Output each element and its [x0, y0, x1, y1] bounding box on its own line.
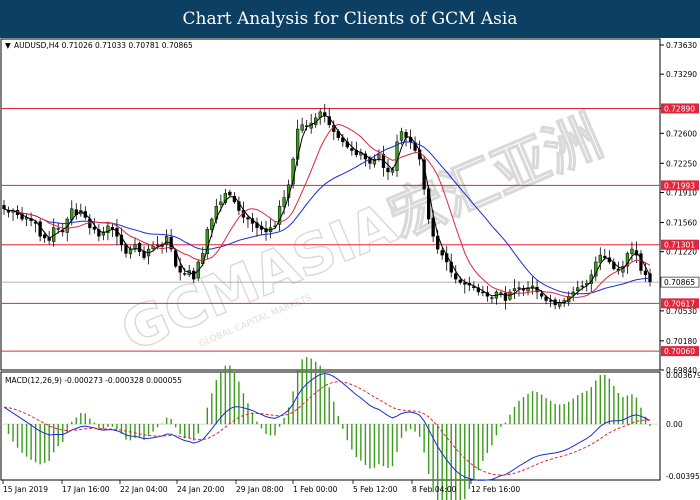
candle-body-bear [43, 234, 47, 239]
candle-body-bear [178, 265, 182, 273]
macd-label: MACD(12,26,9) -0.000273 -0.000328 0.0000… [5, 376, 182, 385]
candle-body-bear [603, 255, 607, 258]
candle-body-bear [539, 293, 544, 297]
time-tick-label: 24 Jan 20:00 [177, 485, 225, 494]
dropdown-arrow-icon[interactable]: ▼ [5, 41, 11, 50]
candle-body-bull [155, 244, 160, 246]
candle-body-bear [643, 270, 648, 276]
candle-body-bull [499, 292, 503, 294]
time-tick-label: 17 Jan 16:00 [62, 485, 110, 494]
price-tick-label: 0.72600 [666, 129, 697, 138]
candle-body-bull [133, 244, 137, 249]
candle-body-bear [517, 287, 521, 289]
trading-chart: GCMASIA宏汇亚洲 GLOBAL CAPITAL MARKETS 0.736… [0, 38, 700, 500]
candle-body-bear [463, 282, 467, 285]
time-tick-label: 1 Feb 00:00 [293, 485, 338, 494]
time-tick-label: 5 Feb 12:00 [353, 485, 398, 494]
candle-body-bull [576, 287, 580, 291]
candle-body-bear [142, 251, 146, 258]
candle-body-bear [521, 289, 526, 291]
candle-body-bear [183, 273, 187, 275]
candle-body-bull [399, 131, 404, 141]
candle-body-bull [630, 248, 634, 254]
price-tick-label: 0.73290 [666, 70, 697, 79]
price-axis: 0.73630 0.73290 0.72890 0.72600 0.72250 0.719… [660, 41, 700, 375]
candle-body-bull [395, 141, 399, 171]
candle-body-bull [598, 254, 602, 264]
candle-body-bear [228, 191, 232, 196]
candle-body-bear [246, 217, 250, 220]
candle-body-bear [137, 242, 142, 252]
time-tick-label: 29 Jan 08:00 [236, 485, 284, 494]
candle-body-bear [548, 300, 553, 302]
candle-body-bull [282, 197, 286, 207]
level-price-label: 0.70617 [664, 299, 695, 308]
candle-body-bull [128, 248, 133, 255]
candle-body-bull [219, 201, 223, 205]
macd-tick-label: -0.003957 [666, 472, 700, 481]
candle-body-bear [503, 292, 508, 301]
candle-body-bull [377, 154, 381, 159]
candle-body-bull [210, 218, 214, 230]
candle-body-bear [56, 228, 60, 230]
time-tick-label: 15 Jan 2019 [3, 485, 48, 494]
macd-tick-label: 0.003679 [666, 371, 700, 380]
candle-body-bear [92, 226, 97, 230]
candle-body-bear [2, 205, 6, 210]
price-tick-label: 0.70180 [666, 337, 697, 346]
level-price-label: 0.70060 [664, 347, 695, 356]
macd-tick-label: 0.00 [666, 420, 683, 429]
macd-axis: 0.003679 0.00 -0.003957 [666, 371, 700, 481]
current-price-label: 0.70865 [664, 278, 695, 287]
price-tick-label: 0.73630 [666, 41, 697, 50]
page-title: Chart Analysis for Clients of GCM Asia [0, 0, 700, 38]
macd-panel-frame [0, 371, 661, 481]
candle-body-bull [580, 285, 584, 288]
price-tick-label: 0.72250 [666, 159, 697, 168]
candle-body-bear [454, 273, 458, 280]
time-tick-label: 22 Jan 04:00 [120, 485, 168, 494]
candle-body-bear [481, 291, 485, 294]
candle-body-bull [512, 288, 517, 292]
candle-body-bear [350, 148, 354, 151]
candle-body-bear [38, 221, 42, 237]
level-price-label: 0.72890 [664, 104, 695, 113]
time-tick-label: 12 Feb 16:00 [471, 485, 520, 494]
price-tick-label: 0.71560 [666, 219, 697, 228]
time-tick-label: 8 Feb 04:00 [412, 485, 457, 494]
candle-body-bear [490, 297, 494, 299]
candle-body-bear [458, 279, 462, 283]
candle-body-bear [440, 250, 444, 256]
level-price-label: 0.71301 [664, 241, 695, 250]
candle-body-bear [386, 167, 390, 173]
symbol-info: AUDUSD,H4 0.71026 0.71033 0.70781 0.7086… [14, 41, 193, 50]
candle-body-bull [300, 124, 304, 131]
price-panel-frame [0, 38, 661, 371]
level-price-label: 0.71993 [664, 181, 695, 190]
